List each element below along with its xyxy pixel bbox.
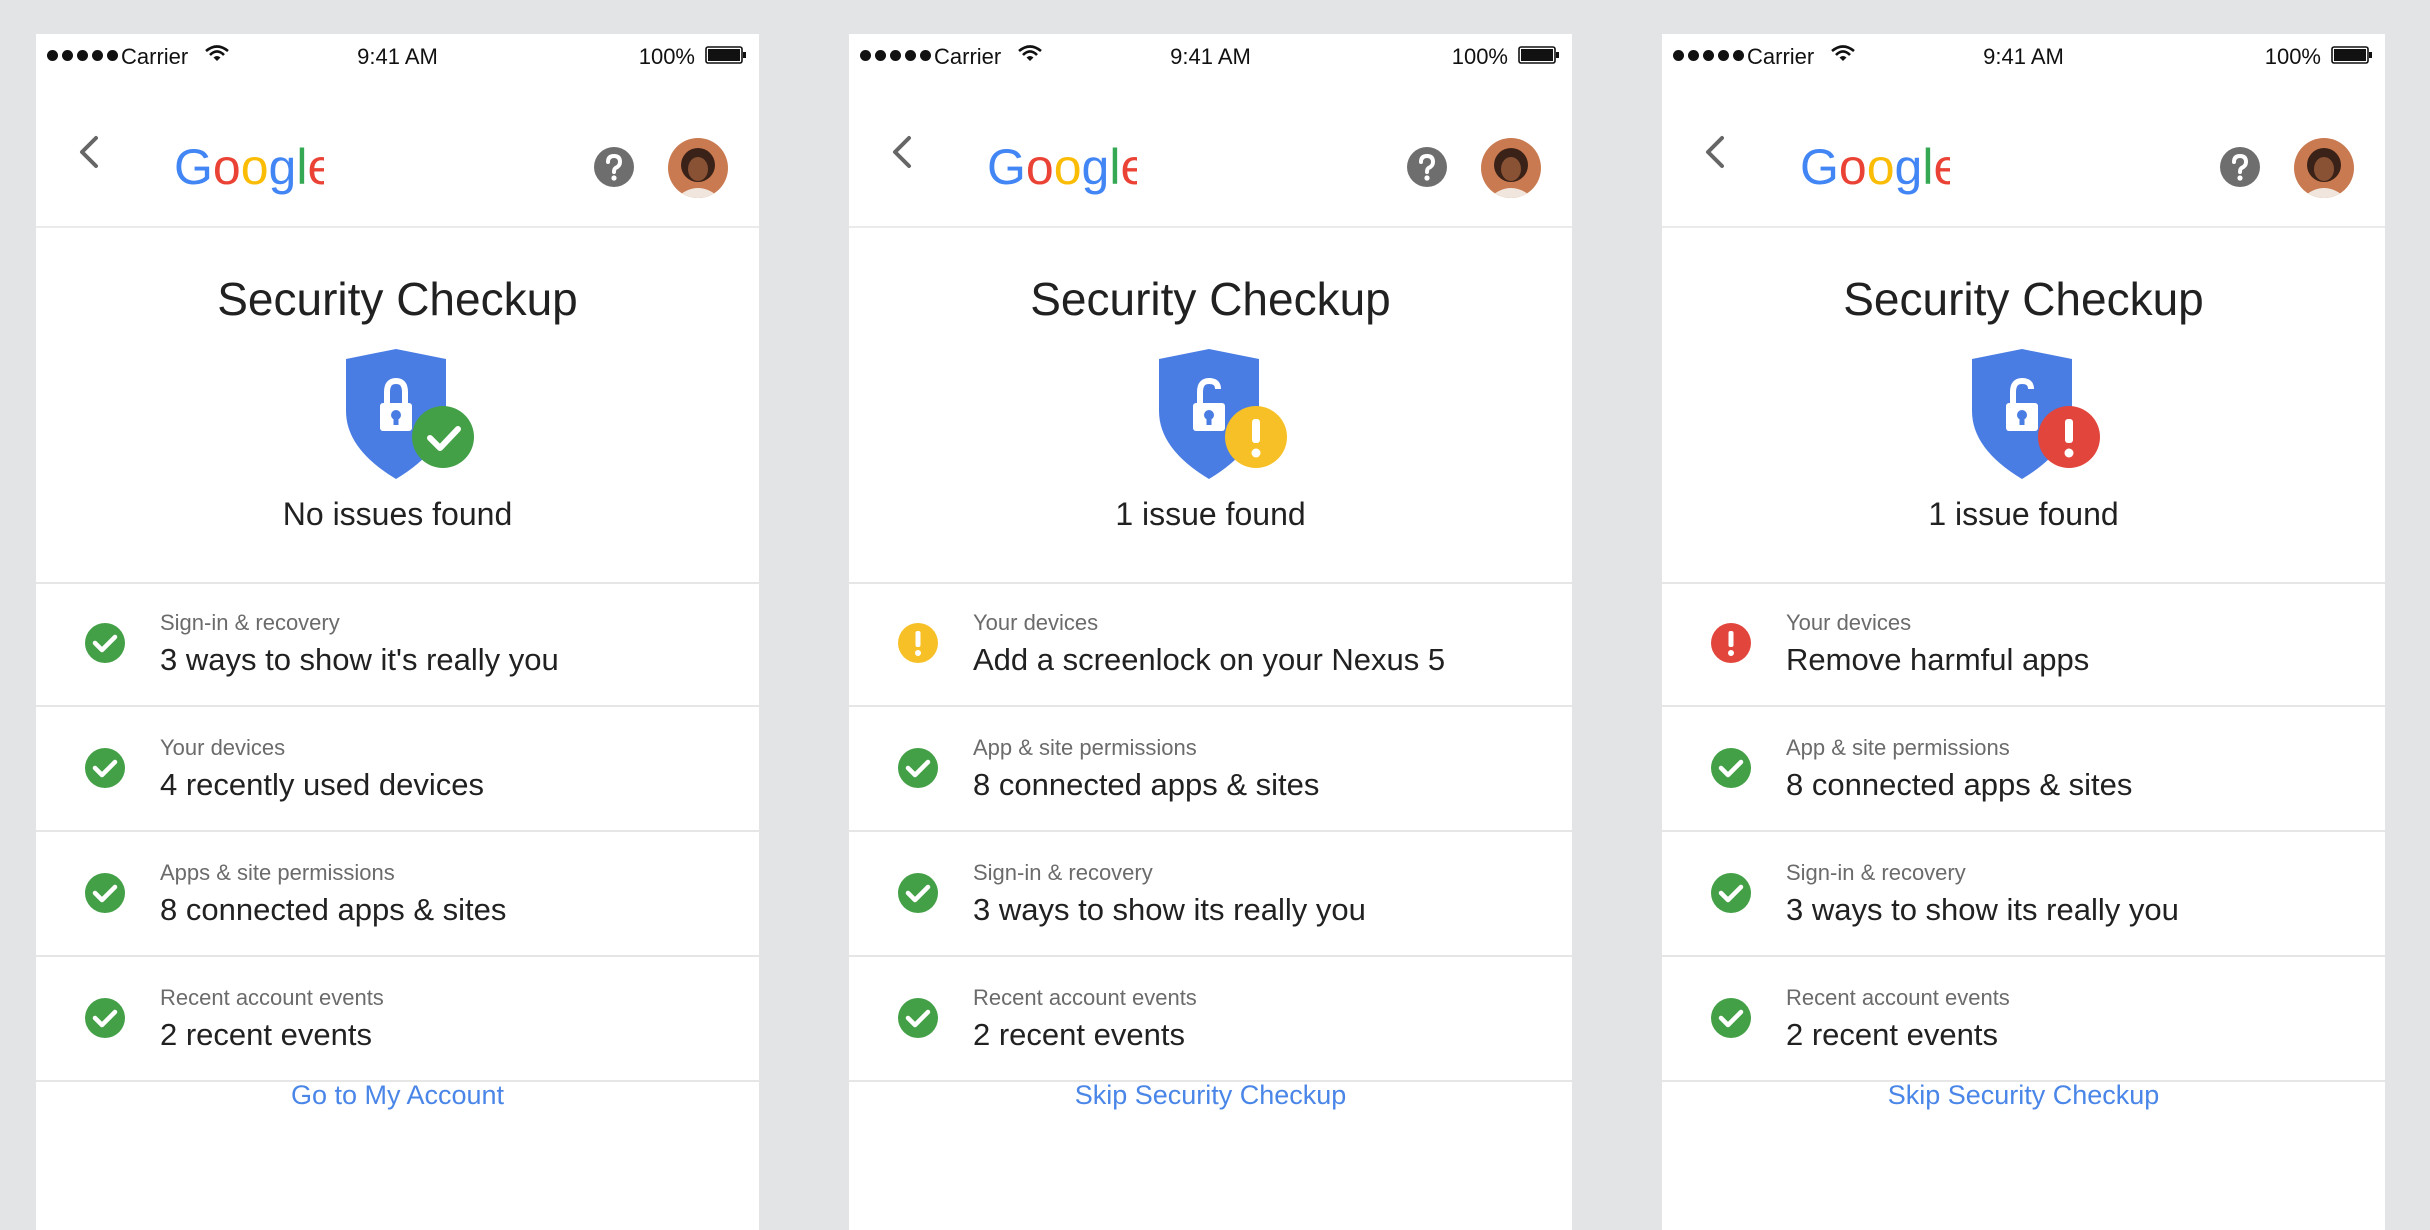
status-bar: Carrier 9:41 AM 100% <box>1662 34 2385 78</box>
item-detail: Add a screenlock on your Nexus 5 <box>973 642 1446 677</box>
check-circle-icon <box>85 623 125 663</box>
skip-security-checkup-link[interactable]: Skip Security Checkup <box>1662 1080 2385 1111</box>
check-circle-icon <box>898 998 938 1038</box>
list-item-your-devices[interactable]: Your devices 4 recently used devices <box>36 707 759 832</box>
item-category: Apps & site permissions <box>160 860 395 885</box>
list-item-sign-in-recovery[interactable]: Sign-in & recovery 3 ways to show its re… <box>1662 832 2385 957</box>
go-to-my-account-link[interactable]: Go to My Account <box>36 1080 759 1111</box>
check-circle-icon <box>898 748 938 788</box>
help-icon[interactable] <box>1406 146 1448 188</box>
item-category: Recent account events <box>973 985 1197 1010</box>
shield-lock-icon <box>346 349 474 479</box>
app-header: Google <box>1662 78 2385 228</box>
item-category: Sign-in & recovery <box>1786 860 1966 885</box>
google-logo: Google <box>987 139 1137 195</box>
item-detail: 4 recently used devices <box>160 767 484 802</box>
skip-security-checkup-link[interactable]: Skip Security Checkup <box>849 1080 1572 1111</box>
phone-screen-warning: Carrier 9:41 AM 100% Google Security Che… <box>849 34 1572 1230</box>
item-detail: 3 ways to show it's really you <box>160 642 559 677</box>
shield-unlocked-icon <box>1159 349 1287 479</box>
summary-status: 1 issue found <box>1115 496 1306 532</box>
check-circle-icon <box>898 873 938 913</box>
list-item-recent-events[interactable]: Recent account events 2 recent events <box>1662 957 2385 1082</box>
battery-percent: 100% <box>1451 44 1508 69</box>
phone-screen-error: Carrier 9:41 AM 100% Google Security Che… <box>1662 34 2385 1230</box>
help-icon[interactable] <box>593 146 635 188</box>
list-item-your-devices[interactable]: Your devices Add a screenlock on your Ne… <box>849 582 1572 707</box>
battery-percent: 100% <box>638 44 695 69</box>
checkup-list: Your devices Remove harmful apps App & s… <box>1662 582 2385 1082</box>
svg-text:Google: Google <box>1800 139 1950 195</box>
check-circle-icon <box>85 873 125 913</box>
summary-section: Security Checkup 1 issue found <box>849 226 1572 584</box>
check-circle-icon <box>85 748 125 788</box>
item-detail: 3 ways to show its really you <box>1786 892 2179 927</box>
item-detail: 2 recent events <box>1786 1017 1998 1052</box>
page-title: Security Checkup <box>217 273 578 325</box>
avatar[interactable] <box>668 138 728 198</box>
chevron-left-icon[interactable] <box>1692 122 1736 182</box>
app-header: Google <box>849 78 1572 228</box>
app-header: Google <box>36 78 759 228</box>
item-detail: 3 ways to show its really you <box>973 892 1366 927</box>
item-detail: 2 recent events <box>160 1017 372 1052</box>
item-detail: Remove harmful apps <box>1786 642 2090 677</box>
list-item-app-permissions[interactable]: App & site permissions 8 connected apps … <box>1662 707 2385 832</box>
list-item-sign-in-recovery[interactable]: Sign-in & recovery 3 ways to show its re… <box>849 832 1572 957</box>
list-item-app-permissions[interactable]: Apps & site permissions 8 connected apps… <box>36 832 759 957</box>
avatar[interactable] <box>1481 138 1541 198</box>
help-icon[interactable] <box>2219 146 2261 188</box>
checkup-list: Sign-in & recovery 3 ways to show it's r… <box>36 582 759 1082</box>
google-logo: Google <box>1800 139 1950 195</box>
list-item-sign-in-recovery[interactable]: Sign-in & recovery 3 ways to show it's r… <box>36 582 759 707</box>
chevron-left-icon[interactable] <box>66 122 110 182</box>
status-bar: Carrier 9:41 AM 100% <box>36 34 759 78</box>
check-circle-icon <box>1711 748 1751 788</box>
google-logo: Google <box>174 139 324 195</box>
status-bar: Carrier 9:41 AM 100% <box>849 34 1572 78</box>
page-title: Security Checkup <box>1030 273 1391 325</box>
item-category: Your devices <box>1786 610 1912 635</box>
list-item-app-permissions[interactable]: App & site permissions 8 connected apps … <box>849 707 1572 832</box>
svg-text:Google: Google <box>174 139 324 195</box>
svg-text:Google: Google <box>987 139 1137 195</box>
battery-icon <box>2331 46 2372 64</box>
summary-status: 1 issue found <box>1928 496 2119 532</box>
item-category: Sign-in & recovery <box>973 860 1153 885</box>
summary-section: Security Checkup No issues found <box>36 226 759 584</box>
list-item-your-devices[interactable]: Your devices Remove harmful apps <box>1662 582 2385 707</box>
page-title: Security Checkup <box>1843 273 2204 325</box>
battery-icon <box>1518 46 1559 64</box>
phone-screen-all-clear: Carrier 9:41 AM 100% Google Security Che… <box>36 34 759 1230</box>
summary-section: Security Checkup 1 issue found <box>1662 226 2385 584</box>
item-category: Sign-in & recovery <box>160 610 340 635</box>
battery-percent: 100% <box>2264 44 2321 69</box>
battery-icon <box>705 46 746 64</box>
item-category: App & site permissions <box>1786 735 2010 760</box>
check-circle-icon <box>1711 998 1751 1038</box>
item-detail: 8 connected apps & sites <box>973 767 1320 802</box>
shield-unlocked-icon <box>1972 349 2100 479</box>
item-category: Your devices <box>160 735 286 760</box>
item-category: Recent account events <box>1786 985 2010 1010</box>
summary-status: No issues found <box>282 496 513 532</box>
item-detail: 8 connected apps & sites <box>1786 767 2133 802</box>
chevron-left-icon[interactable] <box>879 122 923 182</box>
error-circle-icon <box>1711 623 1751 663</box>
check-circle-icon <box>1711 873 1751 913</box>
check-circle-icon <box>85 998 125 1038</box>
item-category: App & site permissions <box>973 735 1197 760</box>
item-category: Your devices <box>973 610 1099 635</box>
item-detail: 8 connected apps & sites <box>160 892 507 927</box>
avatar[interactable] <box>2294 138 2354 198</box>
checkup-list: Your devices Add a screenlock on your Ne… <box>849 582 1572 1082</box>
item-category: Recent account events <box>160 985 384 1010</box>
list-item-recent-events[interactable]: Recent account events 2 recent events <box>36 957 759 1082</box>
item-detail: 2 recent events <box>973 1017 1185 1052</box>
warning-circle-icon <box>898 623 938 663</box>
list-item-recent-events[interactable]: Recent account events 2 recent events <box>849 957 1572 1082</box>
